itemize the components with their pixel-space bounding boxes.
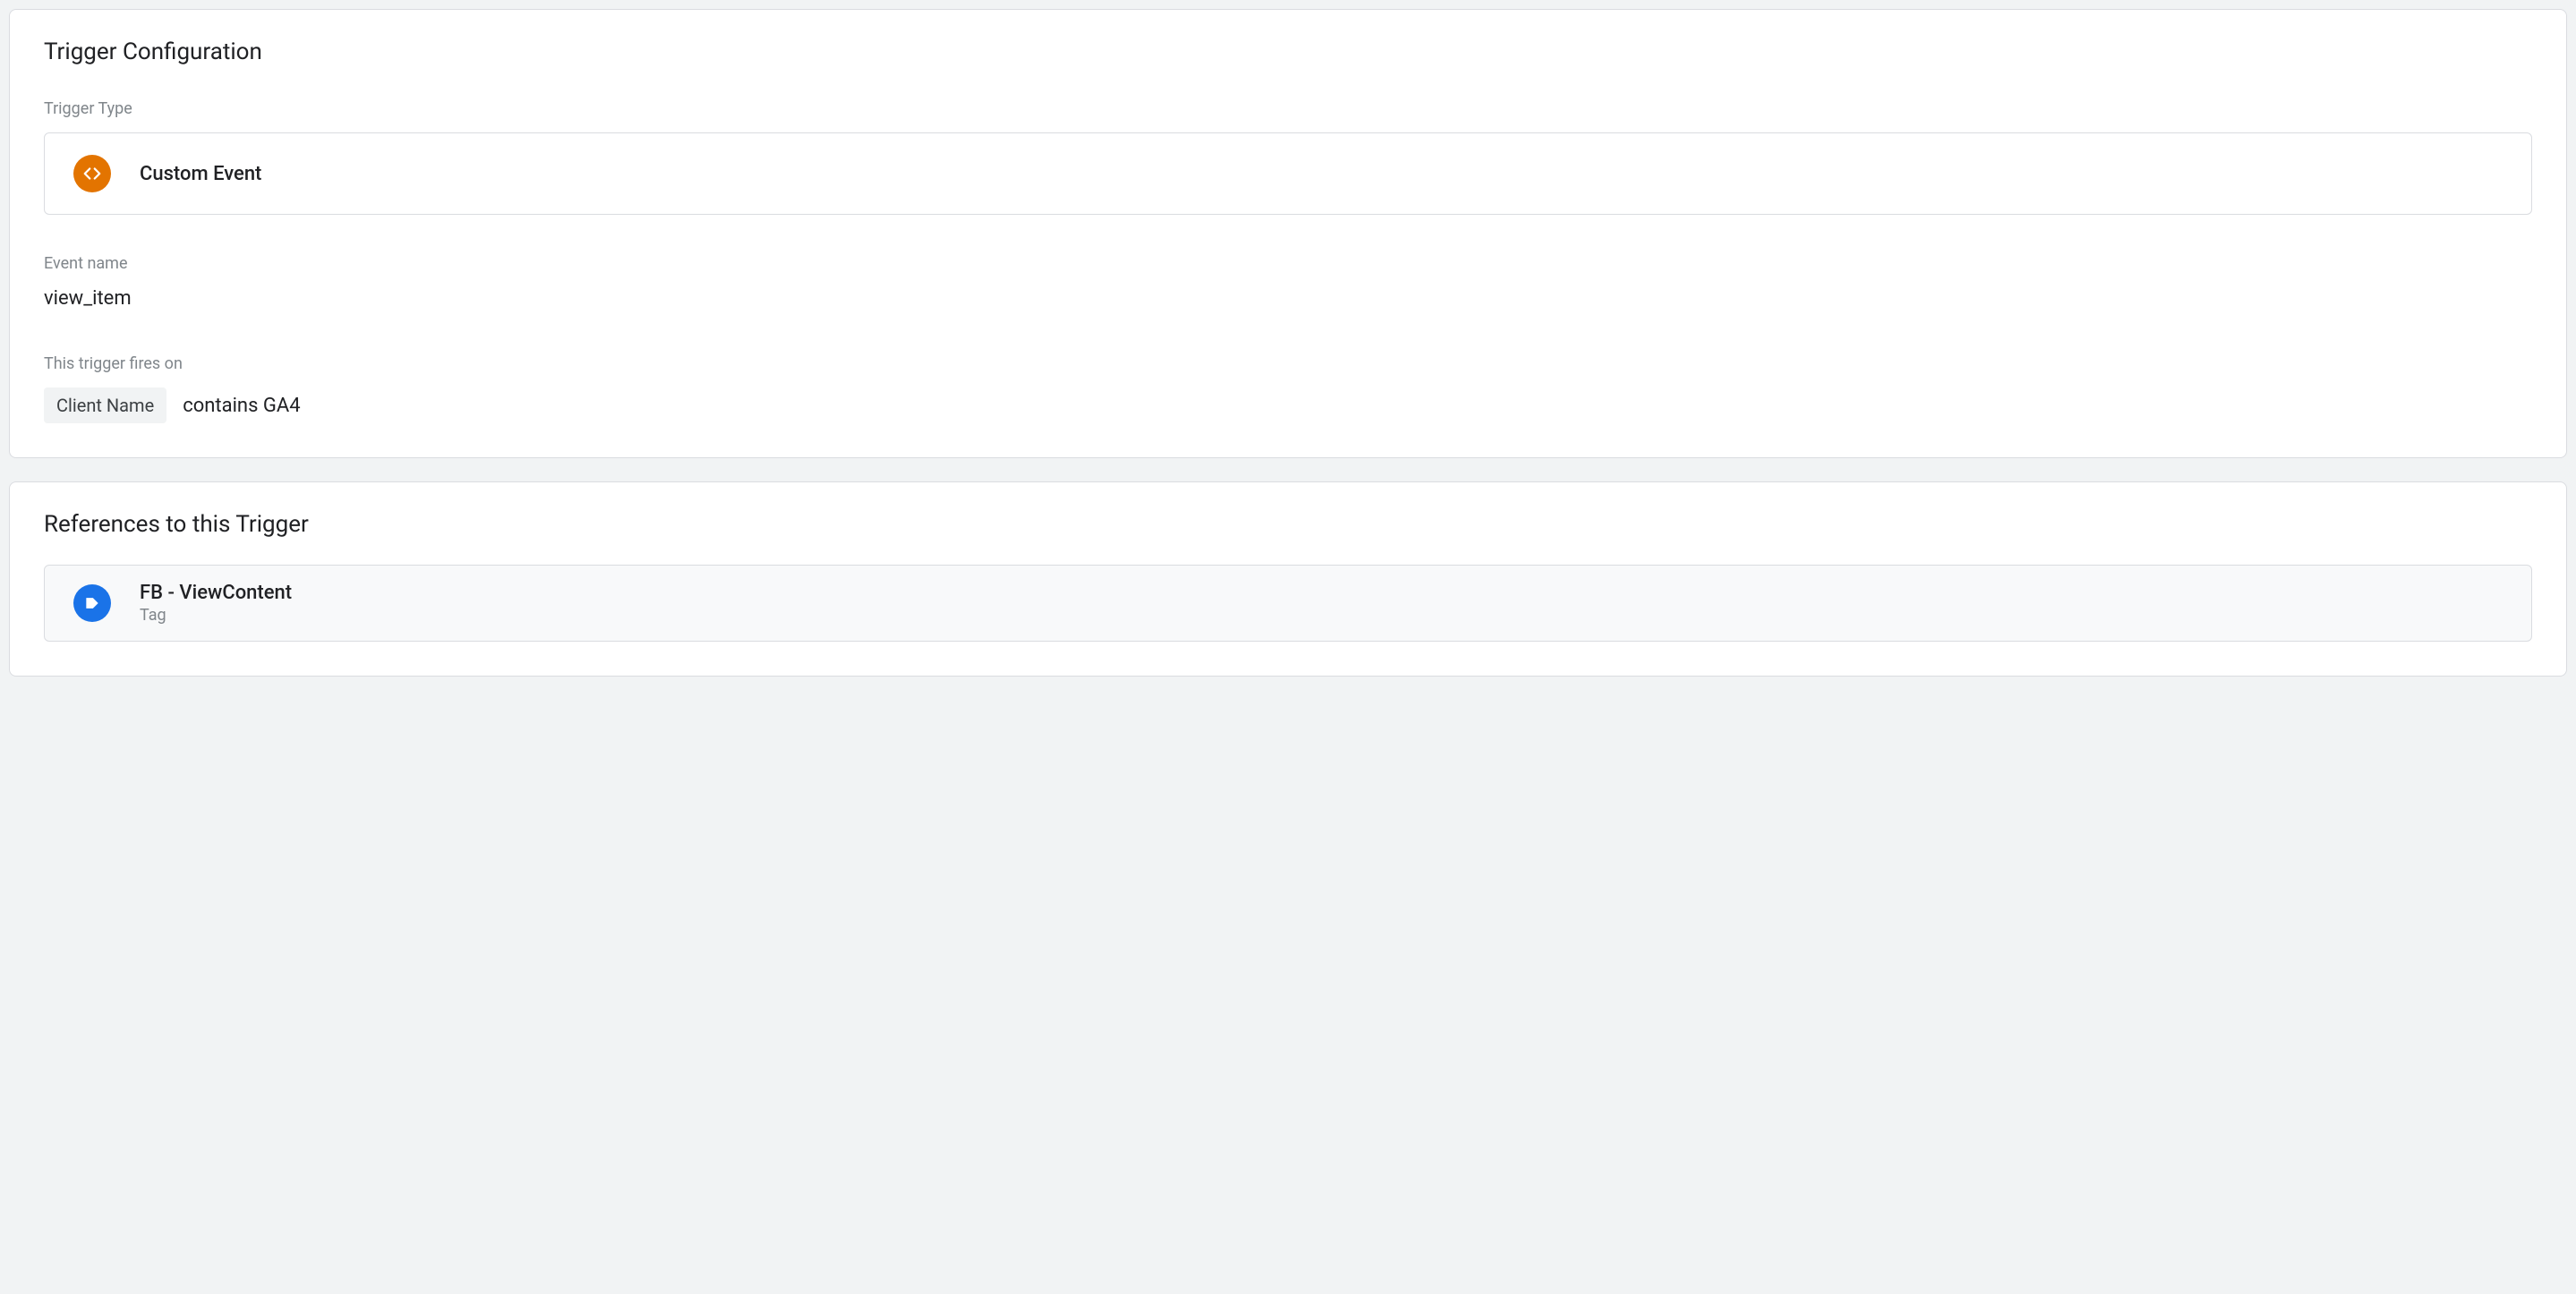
condition-variable-chip: Client Name bbox=[44, 387, 166, 423]
trigger-type-selector[interactable]: Custom Event bbox=[44, 132, 2532, 215]
event-name-label: Event name bbox=[44, 254, 2532, 273]
reference-name: FB - ViewContent bbox=[140, 582, 292, 604]
reference-item[interactable]: FB - ViewContent Tag bbox=[44, 565, 2532, 642]
event-name-value: view_item bbox=[44, 287, 2532, 310]
fires-on-condition: Client Name contains GA4 bbox=[44, 387, 2532, 423]
fires-on-label: This trigger fires on bbox=[44, 354, 2532, 373]
trigger-config-title: Trigger Configuration bbox=[44, 38, 2532, 65]
reference-text: FB - ViewContent Tag bbox=[140, 582, 292, 625]
custom-event-icon bbox=[73, 155, 111, 192]
references-title: References to this Trigger bbox=[44, 511, 2532, 538]
condition-expression: contains GA4 bbox=[183, 395, 300, 417]
tag-icon bbox=[73, 584, 111, 622]
references-card: References to this Trigger FB - ViewCont… bbox=[9, 481, 2567, 677]
reference-type: Tag bbox=[140, 606, 292, 625]
trigger-type-value: Custom Event bbox=[140, 163, 261, 185]
trigger-type-label: Trigger Type bbox=[44, 99, 2532, 118]
trigger-configuration-card: Trigger Configuration Trigger Type Custo… bbox=[9, 9, 2567, 458]
